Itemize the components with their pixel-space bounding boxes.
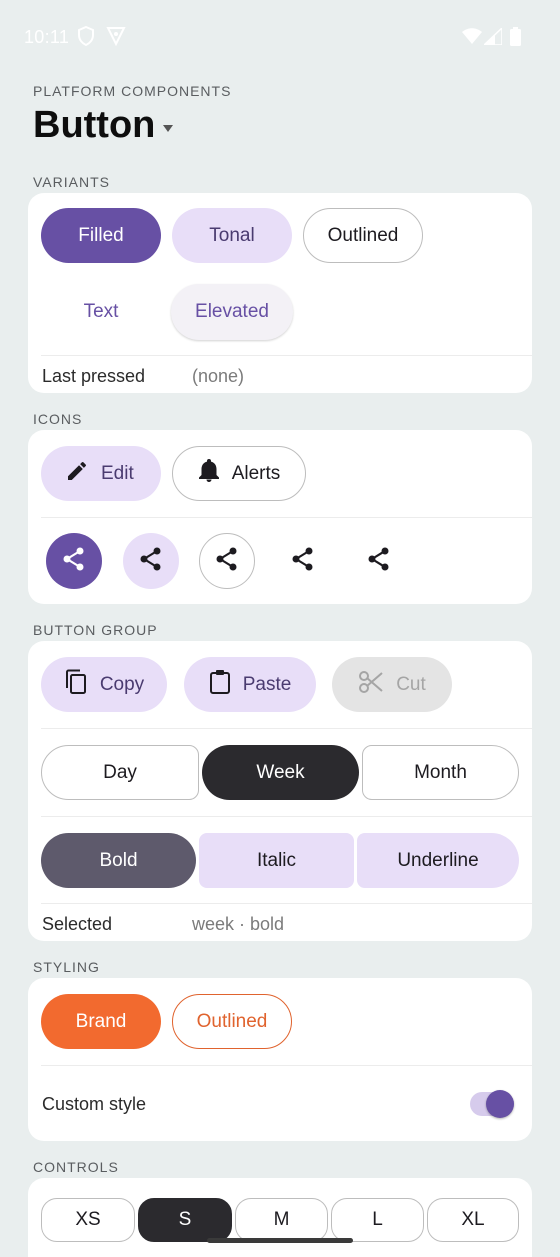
custom-style-label: Custom style [42,1094,147,1114]
last-pressed-value: (none) [192,366,245,386]
segment-week[interactable]: Week [202,745,359,800]
paste-button[interactable]: Paste [184,657,316,712]
brand-button[interactable]: Brand [41,994,161,1049]
brand-outlined-button[interactable]: Outlined [172,994,292,1049]
section-label-variants: VARIANTS [33,174,110,190]
vpn-icon [106,26,126,51]
share-plain-icon-button[interactable] [351,533,407,589]
page-title: Button [33,104,156,146]
icons-card: Edit Alerts [28,430,532,604]
alerts-button[interactable]: Alerts [172,446,306,501]
title-dropdown[interactable]: Button [33,104,174,147]
edit-label: Edit [101,462,134,484]
filled-button[interactable]: Filled [41,208,161,263]
size-l-button[interactable]: L [331,1198,424,1242]
divider [41,903,532,904]
gesture-nav-handle[interactable] [207,1238,353,1243]
size-m-button[interactable]: M [235,1198,328,1242]
cell-signal-icon [482,26,503,50]
segment-month[interactable]: Month [362,745,519,800]
share-tonal-icon-button[interactable] [123,533,179,589]
section-label-button-group: BUTTON GROUP [33,622,158,638]
caret-down-icon [163,125,174,132]
wifi-icon [462,28,482,49]
last-pressed-label: Last pressed [42,366,146,386]
tonal-button[interactable]: Tonal [172,208,292,263]
divider [41,517,532,518]
variants-card: Filled Tonal Outlined Text Elevated Last… [28,193,532,393]
selected-label: Selected [42,914,113,934]
divider [41,355,532,356]
copy-icon [64,669,88,701]
share-icon [61,546,87,577]
toggle-underline[interactable]: Underline [357,833,519,888]
segment-day[interactable]: Day [41,745,199,800]
selected-value: week · bold [192,914,285,934]
edit-button[interactable]: Edit [41,446,161,501]
elevated-button[interactable]: Elevated [171,284,293,340]
section-label-icons: ICONS [33,411,83,427]
paste-label: Paste [242,673,292,695]
divider [41,816,532,817]
clipboard-icon [209,669,231,701]
battery-icon [510,27,521,51]
cut-button[interactable]: Cut [332,657,452,712]
divider [41,1065,532,1066]
switch-thumb [486,1090,514,1118]
status-bar: 10:11 [0,0,560,74]
copy-button[interactable]: Copy [41,657,167,712]
size-xl-button[interactable]: XL [427,1198,519,1242]
size-xs-button[interactable]: XS [41,1198,135,1242]
outlined-button[interactable]: Outlined [303,208,423,263]
share-standard-icon-button[interactable] [275,533,331,589]
share-icon [138,546,164,577]
scissors-icon [358,669,384,701]
share-filled-icon-button[interactable] [46,533,102,589]
share-outlined-icon-button[interactable] [199,533,255,589]
copy-label: Copy [99,673,145,695]
controls-card: XS S M L XL [28,1178,532,1257]
toggle-italic[interactable]: Italic [199,833,354,888]
shield-icon [77,25,95,51]
divider [41,728,532,729]
share-icon [290,546,316,577]
button-group-card: Copy Paste Cut Day Week Month Bold Itali… [28,641,532,941]
alerts-label: Alerts [231,462,281,484]
section-label-controls: CONTROLS [33,1159,119,1175]
cut-label: Cut [396,673,426,695]
share-icon [214,546,240,577]
styling-card: Brand Outlined Custom style [28,978,532,1141]
pencil-icon [65,459,89,489]
screen-eyebrow: PLATFORM COMPONENTS [33,83,232,99]
section-label-styling: STYLING [33,959,100,975]
size-s-button[interactable]: S [138,1198,232,1242]
bell-icon [198,458,220,489]
status-time: 10:11 [24,27,70,47]
share-icon [366,546,392,577]
text-button[interactable]: Text [41,284,161,339]
toggle-bold[interactable]: Bold [41,833,196,888]
